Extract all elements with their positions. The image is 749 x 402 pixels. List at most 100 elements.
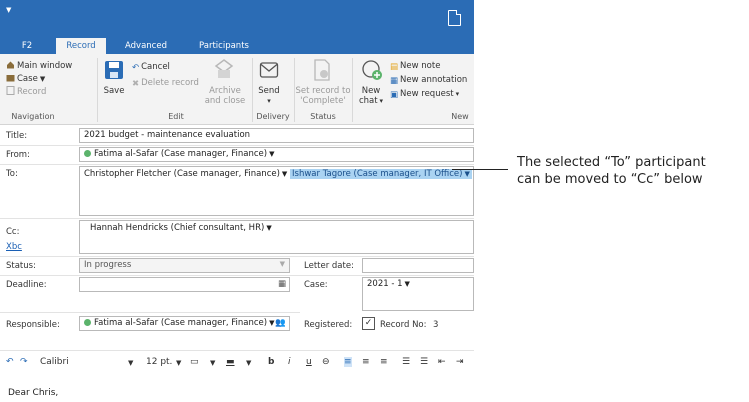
responsible-field[interactable]: Fatima al-Safar (Case manager, Finance) ▼…	[79, 316, 290, 331]
message-body[interactable]: Dear Chris,	[8, 388, 58, 398]
letter-date-input[interactable]	[362, 258, 474, 273]
status-value: In progress	[84, 260, 132, 270]
callout-line-2: can be moved to “Cc” below	[517, 172, 703, 187]
from-field[interactable]: Fatima al-Safar (Case manager, Finance) ▼	[79, 147, 474, 162]
case-value[interactable]: 2021 - 1	[367, 279, 403, 289]
chevron-down-icon[interactable]: ▼	[246, 359, 251, 367]
send-dropdown-icon: ▾	[267, 97, 271, 105]
to-participant-selected[interactable]: Ishwar Tagore (Case manager, IT Office) ▼	[290, 169, 472, 179]
deadline-input[interactable]: ▦	[79, 277, 290, 292]
archive-and-close-label: and close	[204, 96, 246, 106]
italic-button[interactable]: i	[288, 357, 291, 367]
complete-icon[interactable]	[313, 59, 331, 81]
status-select[interactable]: In progress ▼	[79, 258, 290, 273]
align-left-icon[interactable]: ≡	[344, 357, 352, 367]
from-label: From:	[6, 150, 30, 160]
chevron-down-icon[interactable]: ▼	[128, 359, 133, 367]
highlight-color-icon[interactable]: ▭	[190, 357, 199, 367]
registered-label: Registered:	[304, 320, 353, 330]
strikethrough-icon[interactable]: ⊖	[322, 357, 330, 367]
chevron-down-icon[interactable]: ▼	[269, 319, 274, 327]
annotation-icon: ▦	[390, 76, 399, 86]
record-no-label: Record No:	[380, 320, 427, 330]
new-request-label: New request	[400, 89, 454, 99]
archive-icon[interactable]	[214, 58, 234, 80]
chevron-down-icon[interactable]: ▼	[269, 150, 274, 158]
title-bar: ▼	[0, 0, 474, 38]
divider	[0, 145, 474, 146]
undo-icon: ↶	[132, 63, 140, 73]
chevron-down-icon[interactable]: ▼	[266, 224, 271, 232]
save-icon[interactable]	[104, 60, 124, 80]
chevron-down-icon: ▾	[455, 90, 460, 98]
new-annotation-button[interactable]: ▦ New annotation	[390, 75, 467, 86]
bulleted-list-icon[interactable]: ☰	[402, 357, 410, 367]
new-request-button[interactable]: ▣ New request ▾	[390, 89, 459, 100]
tab-record[interactable]: Record	[56, 38, 106, 54]
online-status-icon	[84, 319, 91, 326]
underline-button[interactable]: u	[306, 357, 312, 367]
editor-toolbar: ↶ ↷ Calibri ▼ 12 pt. ▼ ▭ ▼ ▬ ▼ b i u ⊖ ≡…	[0, 350, 474, 373]
callout-text: The selected “To” participant can be mov…	[517, 154, 749, 188]
new-chat-icon[interactable]	[361, 59, 383, 81]
send-button[interactable]: Send ▾	[254, 86, 284, 106]
undo-icon[interactable]: ↶	[6, 357, 14, 367]
redo-icon[interactable]: ↷	[20, 357, 28, 367]
registered-checkbox[interactable]: ✓	[362, 317, 375, 330]
new-note-button[interactable]: ▤ New note	[390, 61, 440, 72]
to-participant[interactable]: Christopher Fletcher (Case manager, Fina…	[84, 169, 280, 179]
send-icon[interactable]	[259, 60, 279, 80]
quick-access-dropdown-icon[interactable]: ▼	[6, 6, 11, 14]
bold-button[interactable]: b	[268, 357, 274, 367]
delete-record-button[interactable]: ✖ Delete record	[132, 78, 199, 89]
ribbon-tabs: F2 Record Advanced Participants	[0, 38, 474, 54]
record-icon	[6, 86, 15, 95]
tab-participants[interactable]: Participants	[188, 38, 260, 54]
delete-icon: ✖	[132, 79, 140, 89]
title-input[interactable]: 2021 budget - maintenance evaluation	[79, 128, 474, 143]
chevron-down-icon[interactable]: ▼	[405, 280, 410, 288]
xbc-link[interactable]: Xbc	[6, 242, 22, 252]
cc-participant[interactable]: Hannah Hendricks (Chief consultant, HR)	[90, 223, 264, 233]
people-icon[interactable]: 👥	[275, 318, 286, 328]
divider	[0, 164, 474, 165]
chevron-down-icon[interactable]: ▼	[464, 170, 469, 178]
font-color-icon[interactable]: ▬	[226, 357, 235, 367]
new-chat-button[interactable]: New chat ▾	[356, 86, 386, 106]
align-center-icon[interactable]: ≡	[362, 357, 370, 367]
font-size[interactable]: 12 pt.	[146, 357, 172, 367]
case-field[interactable]: 2021 - 1 ▼	[362, 277, 474, 311]
tab-advanced[interactable]: Advanced	[116, 38, 176, 54]
chevron-down-icon[interactable]: ▼	[210, 359, 215, 367]
font-name[interactable]: Calibri	[40, 357, 69, 367]
calendar-icon[interactable]: ▦	[278, 279, 286, 289]
main-window-button[interactable]: Main window	[6, 60, 72, 71]
new-label: New	[361, 86, 381, 96]
to-field[interactable]: Christopher Fletcher (Case manager, Fina…	[79, 166, 474, 216]
chevron-down-icon: ▾	[379, 97, 384, 105]
deadline-label: Deadline:	[6, 280, 47, 290]
align-right-icon[interactable]: ≡	[380, 357, 388, 367]
case-label: Case:	[304, 280, 328, 290]
document-icon[interactable]	[448, 10, 461, 26]
case-button[interactable]: Case ▼	[6, 73, 45, 84]
responsible-participant[interactable]: Fatima al-Safar (Case manager, Finance)	[94, 318, 267, 328]
increase-indent-icon[interactable]: ⇥	[456, 357, 464, 367]
numbered-list-icon[interactable]: ☰	[420, 357, 428, 367]
divider	[0, 256, 474, 257]
tab-f2[interactable]: F2	[12, 38, 42, 54]
cancel-button[interactable]: ↶ Cancel	[132, 62, 170, 73]
archive-and-close-button[interactable]: Archive and close	[204, 86, 246, 106]
responsible-label: Responsible:	[6, 320, 60, 330]
complete-label: 'Complete'	[300, 96, 346, 106]
chevron-down-icon[interactable]: ▼	[176, 359, 181, 367]
cc-field[interactable]: Hannah Hendricks (Chief consultant, HR) ▼	[79, 220, 474, 254]
record-button[interactable]: Record	[6, 86, 46, 97]
from-participant[interactable]: Fatima al-Safar (Case manager, Finance)	[94, 149, 267, 159]
divider	[0, 218, 474, 219]
chevron-down-icon[interactable]: ▼	[282, 170, 287, 178]
set-complete-button[interactable]: Set record to 'Complete'	[294, 86, 352, 106]
status-group-label: Status	[310, 112, 336, 121]
decrease-indent-icon[interactable]: ⇤	[438, 357, 446, 367]
save-button[interactable]: Save	[100, 86, 128, 96]
